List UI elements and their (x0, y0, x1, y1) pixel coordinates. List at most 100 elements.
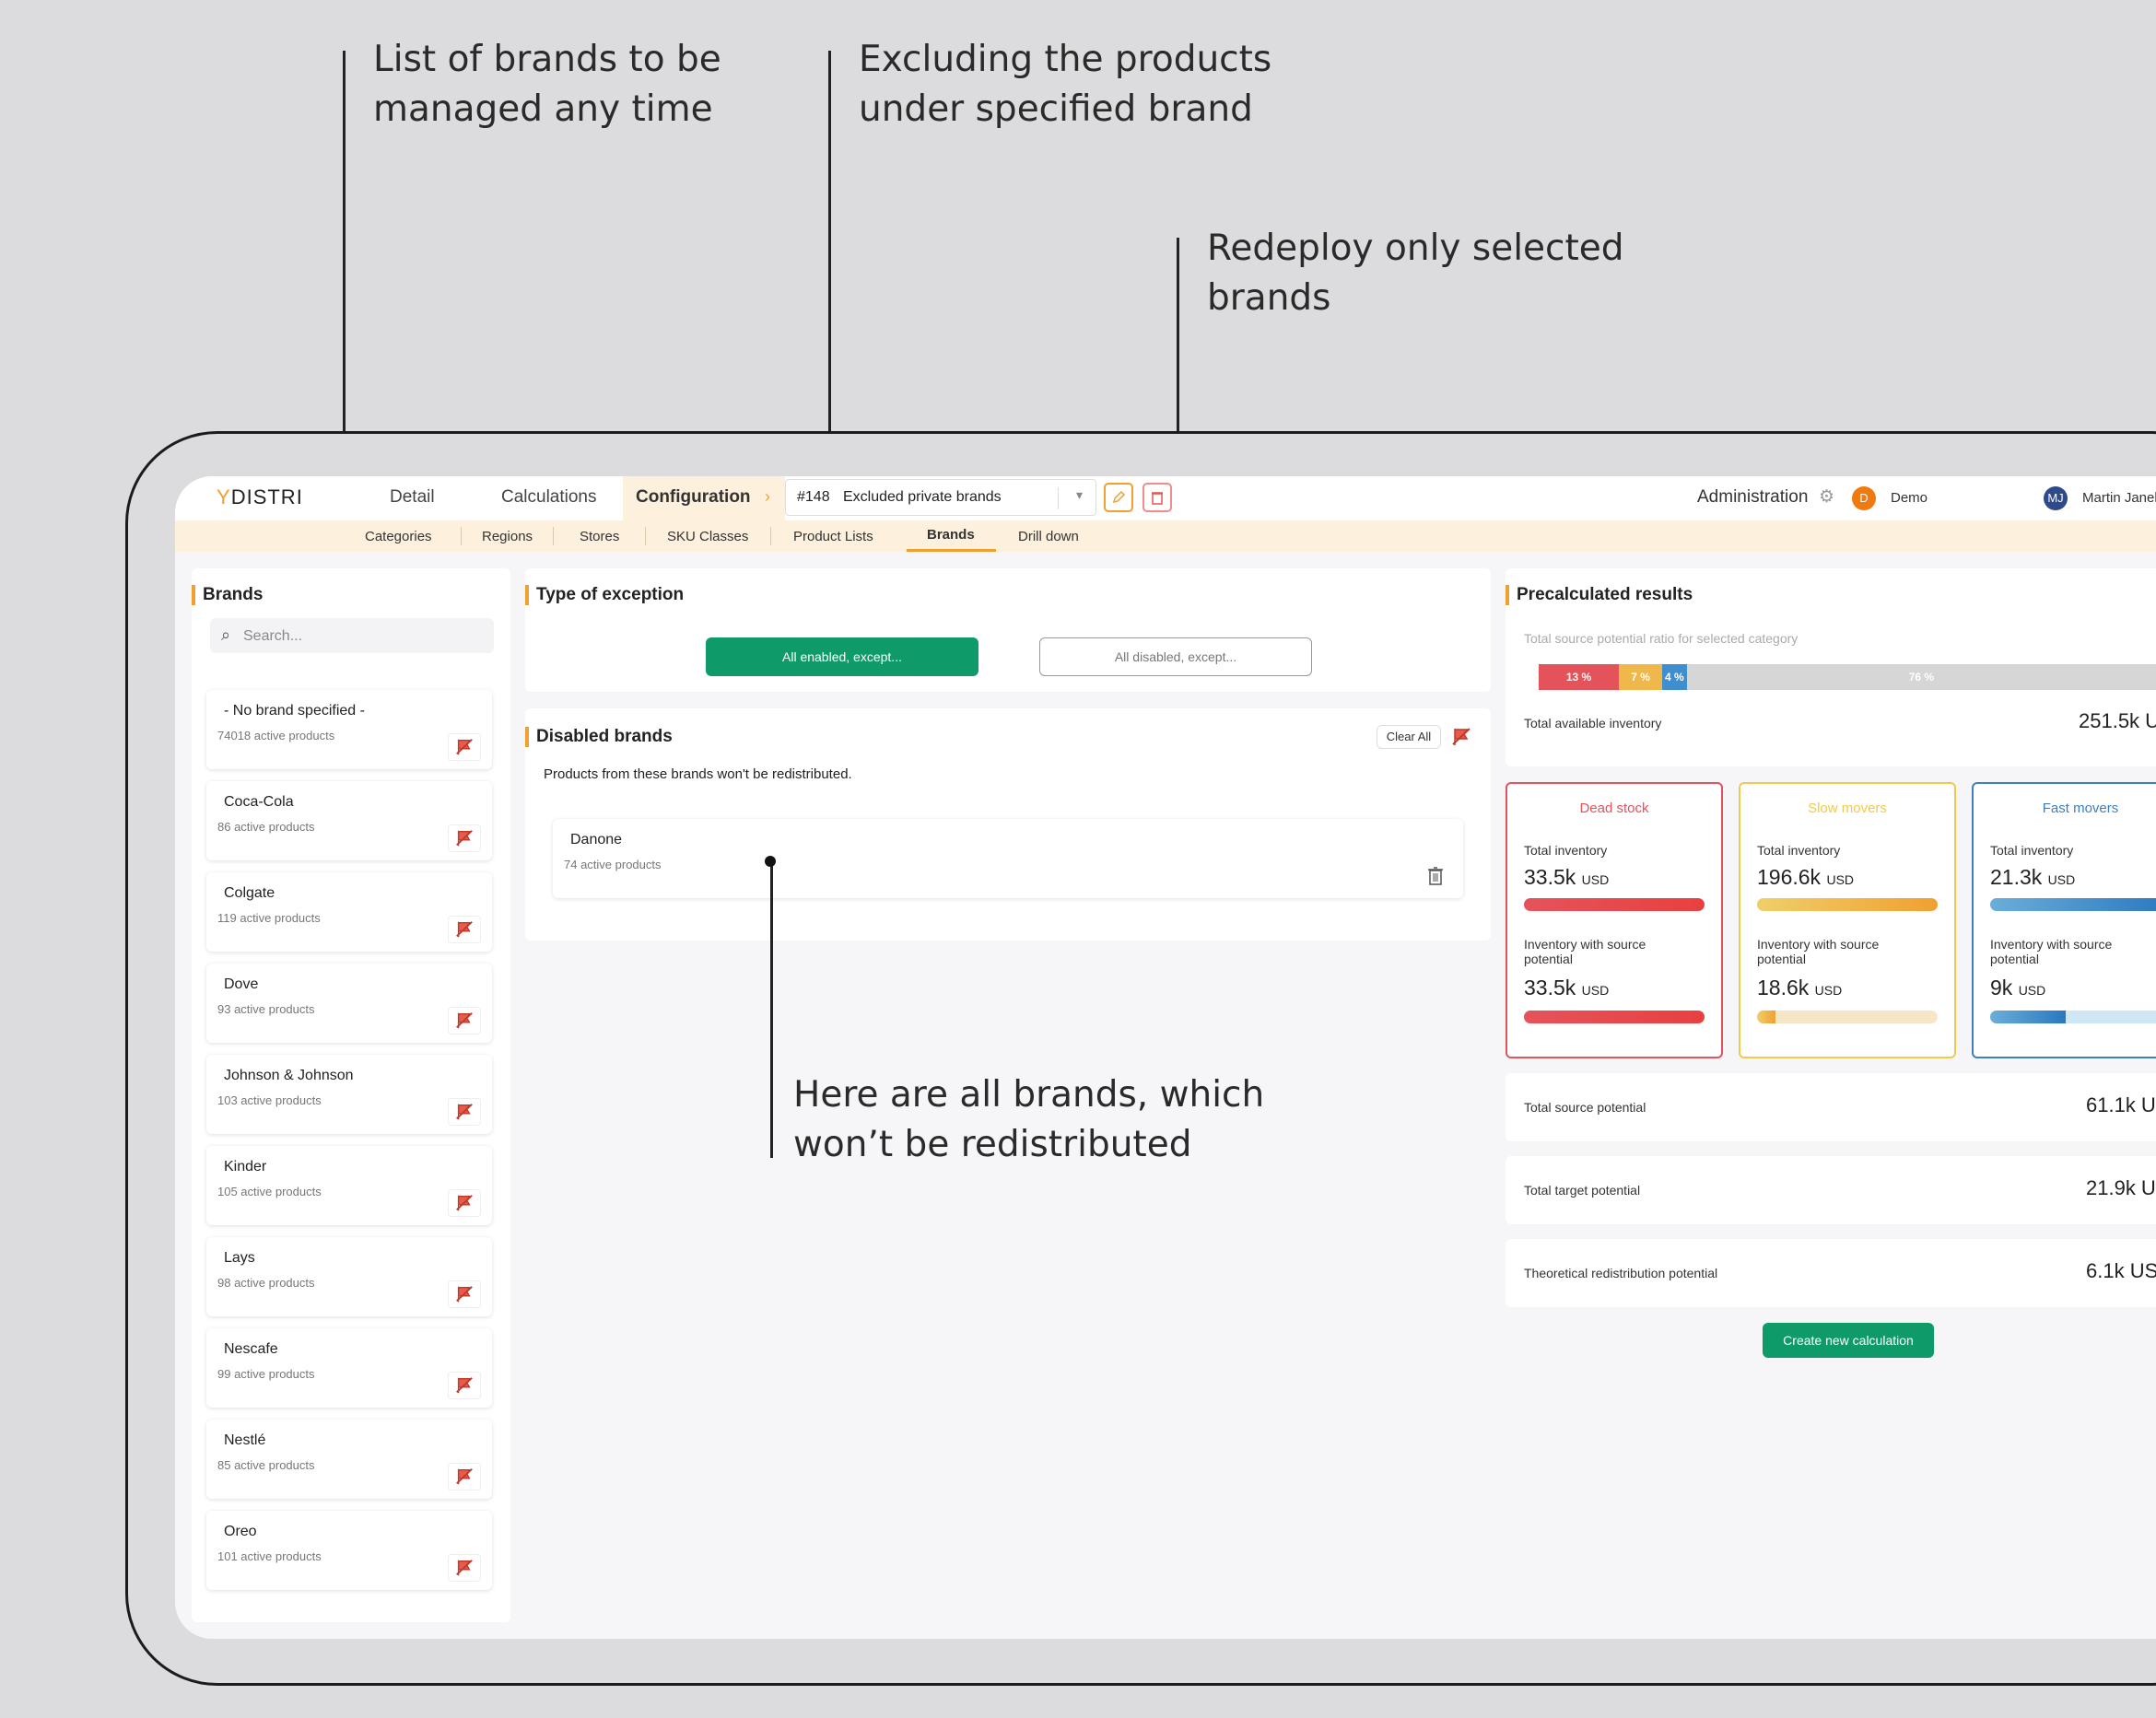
disable-brand-button[interactable] (448, 824, 481, 852)
ratio-bar: 13 % 7 % 4 % 76 % (1539, 664, 2156, 690)
tab-product-lists[interactable]: Product Lists (793, 529, 873, 544)
brand-name: Danone (570, 832, 623, 847)
configuration-select[interactable]: #148 Excluded private brands ▾ (785, 479, 1096, 516)
source-label: Inventory with source potential (1990, 937, 2113, 966)
brand-name: Lays (224, 1250, 255, 1266)
flag-off-icon (456, 921, 473, 938)
tab-separator (645, 527, 646, 545)
total-value: 6.1k USD (2086, 1259, 2156, 1282)
tab-sku-classes[interactable]: SKU Classes (667, 529, 748, 544)
flag-off-icon (456, 1195, 473, 1211)
sub-navigation: Categories Regions Stores SKU Classes Pr… (175, 520, 2156, 552)
disable-brand-button[interactable] (448, 1554, 481, 1582)
select-divider (1058, 487, 1059, 509)
org-avatar[interactable]: D (1852, 486, 1876, 510)
nav-configuration[interactable]: Configuration (636, 487, 751, 508)
total-row: Total target potential 21.9k USD (1506, 1156, 2156, 1224)
app-screen: YDISTRI Detail Calculations Configuratio… (175, 476, 2156, 1639)
disabled-brands-panel: Disabled brands Clear All Products from … (525, 708, 1491, 941)
clear-all-button[interactable]: Clear All (1377, 725, 1441, 749)
inventory-bar (1524, 898, 1705, 911)
gear-icon[interactable]: ⚙ (1819, 486, 1834, 508)
tab-drill-down[interactable]: Drill down (1018, 529, 1079, 544)
brand-list-item[interactable]: Dove 93 active products (206, 964, 492, 1043)
chevron-down-icon: ▾ (1075, 487, 1083, 502)
nav-calculations[interactable]: Calculations (501, 487, 597, 508)
remove-brand-button[interactable] (1419, 862, 1452, 890)
tab-stores[interactable]: Stores (580, 529, 619, 544)
mover-title: Dead stock (1579, 801, 1649, 816)
brand-count: 74018 active products (217, 729, 335, 742)
ratio-segment: 13 % (1539, 664, 1620, 690)
inventory-bar (1757, 898, 1938, 911)
inventory-bar-fill (1990, 898, 2156, 911)
annotation-dot (765, 856, 776, 867)
user-avatar[interactable]: MJ (2044, 486, 2068, 510)
mover-card: Fast movers Total inventory 21.3k USD Inven… (1972, 782, 2156, 1058)
all-disabled-button[interactable]: All disabled, except... (1039, 637, 1312, 676)
tab-regions[interactable]: Regions (482, 529, 533, 544)
search-input[interactable]: ⌕ Search... (210, 618, 494, 653)
search-icon: ⌕ (221, 625, 231, 644)
all-enabled-button[interactable]: All enabled, except... (706, 637, 978, 676)
brand-list-item[interactable]: Nescafe 99 active products (206, 1328, 492, 1408)
annotation-line (770, 861, 773, 1158)
brand-name: Nestlé (224, 1432, 266, 1448)
brand-list-item[interactable]: Lays 98 active products (206, 1237, 492, 1316)
brand-count: 98 active products (217, 1276, 315, 1290)
disabled-brand-item[interactable]: Danone 74 active products (553, 819, 1463, 898)
ratio-label: Total source potential ratio for selecte… (1524, 631, 1799, 646)
user-name[interactable]: Martin Janek (2082, 490, 2156, 506)
flag-off-icon (456, 1104, 473, 1120)
annotation-excluding: Excluding the products under specified b… (859, 39, 1272, 130)
brand-list-item[interactable]: - No brand specified - 74018 active produ… (206, 690, 492, 769)
total-row: Theoretical redistribution potential 6.1k… (1506, 1239, 2156, 1307)
brand-list-item[interactable]: Kinder 105 active products (206, 1146, 492, 1225)
inventory-bar-fill (1757, 898, 1938, 911)
disable-brand-button[interactable] (448, 1463, 481, 1490)
brand-list-item[interactable]: Coca-Cola 86 active products (206, 781, 492, 860)
nav-detail[interactable]: Detail (390, 487, 435, 508)
disable-brand-button[interactable] (448, 916, 481, 943)
total-value: 61.1k USD (2086, 1093, 2156, 1116)
disable-brand-button[interactable] (448, 1280, 481, 1308)
exception-panel: Type of exception All enabled, except...… (525, 568, 1491, 692)
disable-brand-button[interactable] (448, 1372, 481, 1399)
top-navigation: YDISTRI Detail Calculations Configuratio… (175, 476, 2156, 520)
tab-separator (461, 527, 462, 545)
disable-brand-button[interactable] (448, 1007, 481, 1034)
brand-list-item[interactable]: Oreo 101 active products (206, 1511, 492, 1590)
ratio-segment: 76 % (1686, 664, 2156, 690)
brand-name: Coca-Cola (224, 794, 294, 810)
trash-icon (1428, 867, 1443, 885)
config-name: Excluded private brands (843, 489, 1002, 505)
create-calculation-button[interactable]: Create new calculation (1763, 1323, 1934, 1358)
delete-config-button[interactable] (1142, 483, 1172, 512)
inventory-label: Total inventory (1524, 843, 1608, 858)
tab-brands[interactable]: Brands (927, 527, 975, 543)
brand-name: Kinder (224, 1159, 267, 1175)
disable-brand-button[interactable] (448, 1189, 481, 1217)
org-name[interactable]: Demo (1891, 490, 1928, 506)
administration-link[interactable]: Administration (1697, 487, 1808, 508)
inventory-bar-fill (1524, 898, 1705, 911)
brand-list-item[interactable]: Nestlé 85 active products (206, 1420, 492, 1499)
brands-panel: Brands ⌕ Search... - No brand specified … (192, 568, 510, 1622)
tab-categories[interactable]: Categories (365, 529, 432, 544)
brand-list-item[interactable]: Colgate 119 active products (206, 872, 492, 952)
total-label: Total target potential (1524, 1183, 1641, 1198)
brand-list-item[interactable]: Johnson & Johnson 103 active products (206, 1055, 492, 1134)
flag-off-icon[interactable] (1450, 726, 1472, 753)
results-panel: Precalculated results Total source poten… (1506, 568, 2156, 766)
inventory-label: Total inventory (1757, 843, 1841, 858)
ratio-segment: 7 % (1619, 664, 1662, 690)
available-label: Total available inventory (1524, 716, 1662, 730)
disable-brand-button[interactable] (448, 733, 481, 761)
disable-brand-button[interactable] (448, 1098, 481, 1126)
edit-button[interactable] (1104, 483, 1133, 512)
tab-separator (553, 527, 554, 545)
results-title: Precalculated results (1506, 585, 1693, 605)
source-value: 33.5k USD (1524, 976, 1610, 999)
flag-off-icon (456, 830, 473, 847)
search-placeholder: Search... (243, 628, 303, 644)
